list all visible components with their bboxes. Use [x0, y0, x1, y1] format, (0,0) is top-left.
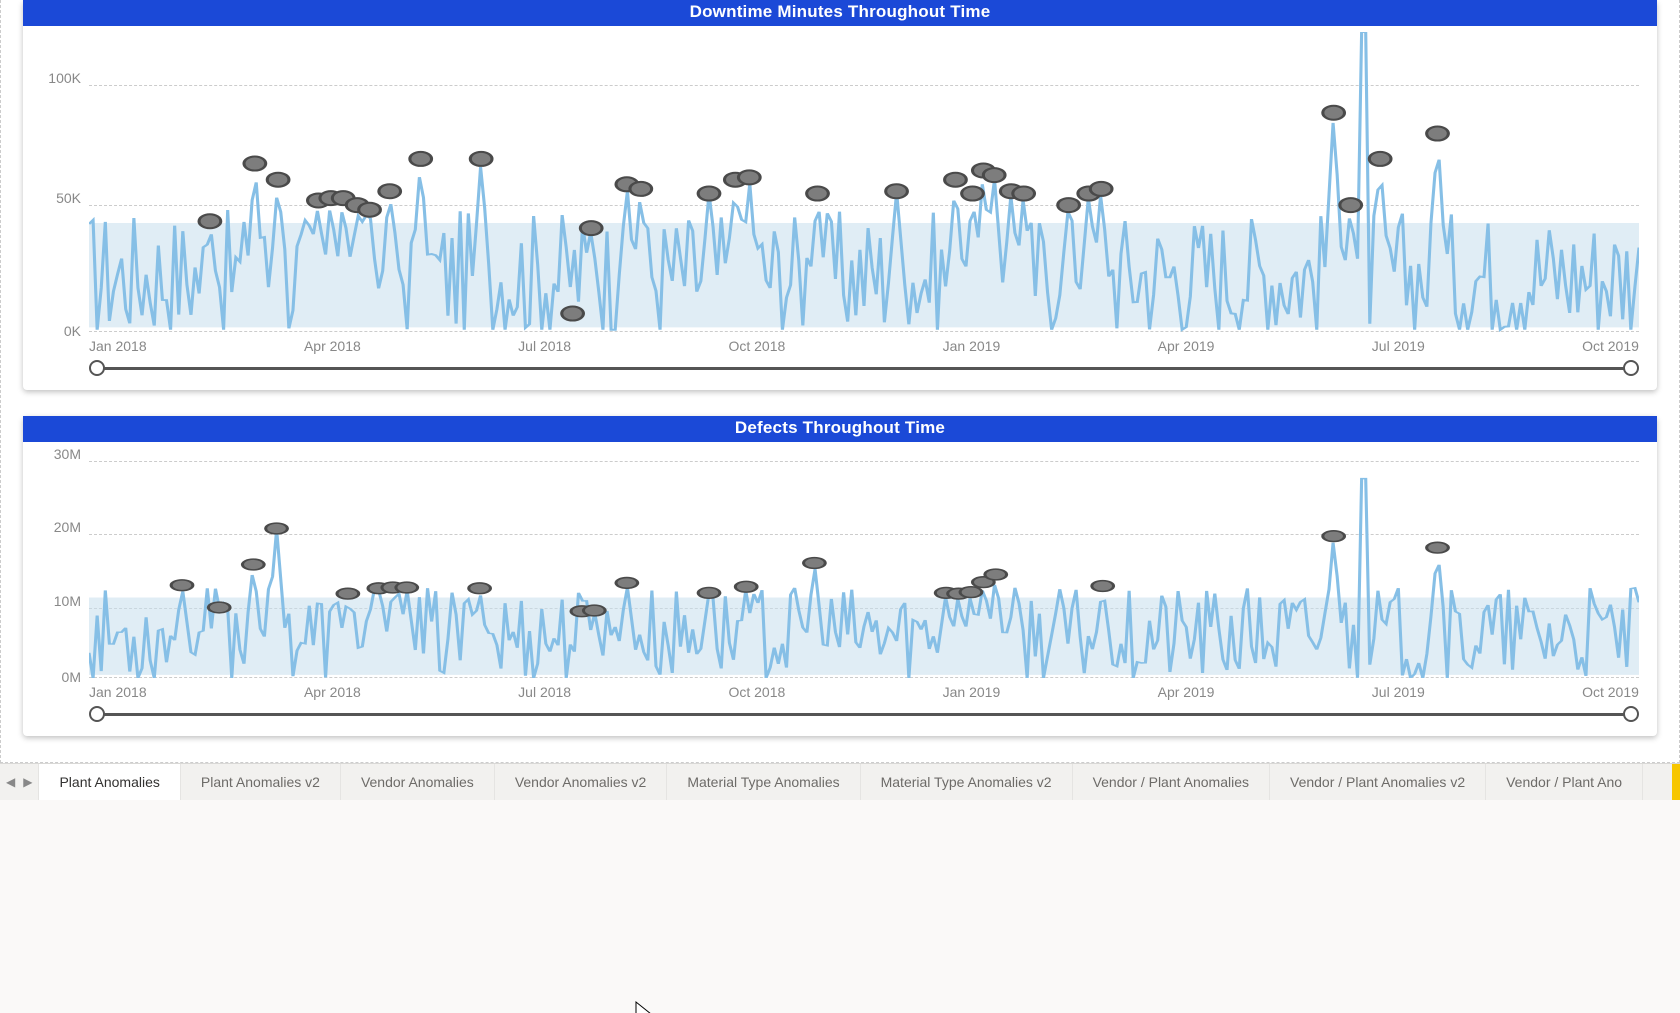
time-range-slider[interactable]: [89, 706, 1639, 722]
page-tab[interactable]: Vendor / Plant Anomalies: [1073, 764, 1270, 800]
tabs-scroll[interactable]: Plant AnomaliesPlant Anomalies v2Vendor …: [38, 764, 1672, 800]
page-tab[interactable]: Vendor Anomalies: [341, 764, 495, 800]
chart-svg: [89, 32, 1639, 332]
page-tab[interactable]: Material Type Anomalies v2: [861, 764, 1073, 800]
visual-downtime[interactable]: Downtime Minutes Throughout Time 0K 50K …: [23, 0, 1657, 390]
tabs-overflow-indicator: [1672, 764, 1680, 800]
y-axis-labels: 0K 50K 100K: [35, 32, 87, 332]
page-tab[interactable]: Vendor Anomalies v2: [495, 764, 668, 800]
mouse-cursor-icon: [634, 1000, 654, 1013]
page-tabs-bar: ◀ ▶ Plant AnomaliesPlant Anomalies v2Ven…: [0, 763, 1680, 800]
slider-thumb-left[interactable]: [89, 360, 105, 376]
tabs-next-icon[interactable]: ▶: [23, 775, 32, 789]
page-tab[interactable]: Plant Anomalies v2: [181, 764, 341, 800]
page-tab[interactable]: Plant Anomalies: [39, 764, 180, 800]
chart-title: Defects Throughout Time: [23, 416, 1657, 442]
slider-thumb-right[interactable]: [1623, 360, 1639, 376]
tabs-nav: ◀ ▶: [0, 775, 38, 789]
page-tab[interactable]: Vendor / Plant Ano: [1486, 764, 1643, 800]
chart-title: Downtime Minutes Throughout Time: [23, 0, 1657, 26]
report-canvas: Downtime Minutes Throughout Time 0K 50K …: [0, 0, 1680, 763]
page-tab[interactable]: Material Type Anomalies: [667, 764, 860, 800]
x-axis-labels: Jan 2018 Apr 2018 Jul 2018 Oct 2018 Jan …: [89, 684, 1639, 700]
slider-thumb-left[interactable]: [89, 706, 105, 722]
tabs-prev-icon[interactable]: ◀: [6, 775, 15, 789]
chart-svg: [89, 448, 1639, 678]
page-tab[interactable]: Vendor / Plant Anomalies v2: [1270, 764, 1486, 800]
x-axis-labels: Jan 2018 Apr 2018 Jul 2018 Oct 2018 Jan …: [89, 338, 1639, 354]
slider-thumb-right[interactable]: [1623, 706, 1639, 722]
y-axis-labels: 0M 10M 20M 30M: [35, 448, 87, 678]
plot-area-downtime[interactable]: 0K 50K 100K Jan 2018 Apr 2018 Jul 2018 O…: [33, 32, 1647, 362]
visual-defects[interactable]: Defects Throughout Time 0M 10M 20M 30M J…: [23, 416, 1657, 736]
plot-area-defects[interactable]: 0M 10M 20M 30M Jan 2018 Apr 2018 Jul 201…: [33, 448, 1647, 708]
time-range-slider[interactable]: [89, 360, 1639, 376]
